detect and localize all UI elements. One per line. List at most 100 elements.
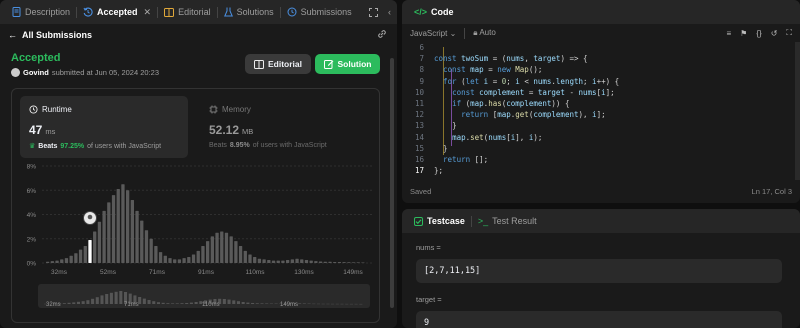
mini-bar bbox=[189, 302, 193, 304]
fullscreen-icon[interactable]: ⛶ bbox=[786, 28, 792, 38]
memory-card[interactable]: Memory 52.12 MB Beats 8.95% of users with… bbox=[200, 96, 368, 158]
vertical-scrollbar[interactable] bbox=[390, 58, 394, 308]
terminal-icon: >_ bbox=[477, 216, 489, 226]
mini-bar bbox=[246, 302, 250, 304]
highlight-bar bbox=[88, 239, 92, 263]
tab-test-result[interactable]: >_ Test Result bbox=[472, 209, 543, 233]
code-line[interactable]: 9 for (let i = 0; i < nums.length; i++) … bbox=[402, 76, 800, 87]
reset-icon[interactable]: ↺ bbox=[771, 29, 778, 38]
code-line[interactable]: 11 if (map.has(complement)) { bbox=[402, 98, 800, 109]
braces-icon[interactable]: {} bbox=[756, 29, 761, 38]
bookmark-icon[interactable]: ⚑ bbox=[740, 29, 747, 38]
bar bbox=[304, 259, 309, 263]
mini-bar bbox=[100, 295, 104, 304]
language-select[interactable]: JavaScript ⌄ bbox=[410, 29, 456, 38]
code-line[interactable]: 8 const map = new Map(); bbox=[402, 64, 800, 75]
tab-submissions[interactable]: Submissions bbox=[281, 0, 358, 24]
tab-label: Test Result bbox=[492, 216, 537, 226]
mini-bar bbox=[302, 303, 306, 304]
runtime-card[interactable]: Runtime 47 ms ♛ Beats 97.25% of users wit… bbox=[20, 96, 188, 158]
code-line[interactable]: 16 return []; bbox=[402, 154, 800, 165]
bar bbox=[116, 189, 120, 263]
avatar-glyph bbox=[87, 214, 93, 220]
bar bbox=[182, 258, 186, 263]
left-tab-bar: Description Accepted ✕ Editorial Solutio… bbox=[0, 0, 397, 24]
edit-icon bbox=[323, 59, 334, 69]
mini-bar bbox=[109, 292, 113, 304]
bar bbox=[257, 258, 262, 263]
bar bbox=[361, 262, 365, 264]
code-line[interactable]: 14 map.set(nums[i], i); bbox=[402, 132, 800, 143]
line-number: 11 bbox=[414, 99, 424, 109]
solution-button[interactable]: Solution bbox=[315, 54, 380, 74]
nums-input[interactable]: [2,7,11,15] bbox=[416, 259, 782, 283]
bar bbox=[102, 210, 106, 263]
chevron-left-icon[interactable]: ‹ bbox=[388, 7, 391, 17]
code-line[interactable]: 17}; bbox=[402, 165, 800, 176]
memory-number: 52.12 bbox=[209, 123, 240, 137]
range-overview[interactable]: 32ms 71ms 110ms 149ms bbox=[38, 284, 370, 308]
autosave-toggle[interactable]: 🔒︎ Auto bbox=[473, 28, 496, 38]
mini-bar bbox=[156, 302, 160, 304]
all-submissions-link[interactable]: ← All Submissions bbox=[8, 27, 389, 43]
tab-testcase[interactable]: Testcase bbox=[408, 209, 471, 233]
tab-label: Accepted bbox=[97, 7, 138, 17]
code-text: } bbox=[443, 143, 448, 153]
mini-bar bbox=[147, 300, 151, 304]
code-line[interactable]: 7 const twoSum = (nums, target) => { bbox=[402, 53, 800, 64]
target-input[interactable]: 9 bbox=[416, 311, 782, 328]
submitter-name[interactable]: Govind bbox=[23, 68, 49, 77]
editor-scrollbar[interactable] bbox=[795, 42, 800, 180]
share-link-icon[interactable] bbox=[377, 29, 387, 39]
mini-bar bbox=[185, 303, 189, 304]
runtime-unit: ms bbox=[45, 127, 56, 136]
mini-bar bbox=[152, 301, 156, 304]
mini-tick-label: 110ms bbox=[202, 302, 220, 308]
bar bbox=[238, 246, 243, 263]
status-accepted: Accepted bbox=[11, 52, 61, 64]
tab-label: Solutions bbox=[236, 7, 274, 17]
chip-icon bbox=[209, 105, 218, 114]
tab-accepted[interactable]: Accepted ✕ bbox=[77, 0, 157, 24]
bar bbox=[163, 255, 167, 263]
mini-tick-label: 149ms bbox=[280, 302, 298, 308]
bar bbox=[309, 260, 313, 263]
close-icon[interactable]: ✕ bbox=[144, 7, 152, 18]
editorial-button[interactable]: Editorial bbox=[245, 54, 311, 74]
runtime-title-text: Runtime bbox=[42, 105, 72, 114]
runtime-distribution-chart[interactable]: 8% 6% 4% 2% 0% 32ms 52ms 71ms 91ms 110ms 130ms 149m… bbox=[16, 161, 376, 276]
bar bbox=[323, 261, 327, 263]
code-line[interactable]: 15 } bbox=[402, 143, 800, 154]
bar bbox=[253, 256, 257, 263]
bar bbox=[130, 199, 134, 263]
mini-bar bbox=[227, 299, 231, 304]
mini-bar bbox=[166, 303, 170, 304]
code-line[interactable]: 10 const complement = target - nums[i]; bbox=[402, 87, 800, 98]
mini-bar bbox=[72, 302, 76, 304]
code-editor[interactable]: 6 7 const twoSum = (nums, target) => {8 co… bbox=[402, 42, 800, 180]
mini-bar bbox=[255, 303, 259, 304]
bar bbox=[267, 259, 271, 263]
tab-description[interactable]: Description bbox=[6, 0, 76, 24]
bar bbox=[187, 256, 191, 263]
bar bbox=[107, 202, 111, 263]
code-text: map.set(nums[i], i); bbox=[452, 132, 543, 142]
code-line[interactable]: 6 bbox=[402, 42, 800, 53]
code-line[interactable]: 12 return [map.get(complement), i]; bbox=[402, 109, 800, 120]
tab-editorial[interactable]: Editorial bbox=[158, 0, 217, 24]
format-icon[interactable]: ≡ bbox=[727, 29, 732, 38]
code-toolbar: JavaScript ⌄ 🔒︎ Auto ≡ ⚑ {} ↺ ⛶ bbox=[402, 24, 800, 42]
tab-solutions[interactable]: Solutions bbox=[218, 0, 280, 24]
submitted-time: submitted at Jun 05, 2024 20:23 bbox=[51, 68, 160, 77]
line-number: 8 bbox=[419, 65, 424, 75]
code-line[interactable]: 13 } bbox=[402, 120, 800, 131]
book-icon bbox=[253, 59, 264, 69]
bar bbox=[50, 261, 54, 263]
bar bbox=[271, 260, 276, 263]
mini-bar bbox=[67, 302, 71, 304]
chevron-down-icon: ⌄ bbox=[449, 28, 457, 38]
expand-icon[interactable] bbox=[369, 7, 378, 17]
avatar[interactable] bbox=[11, 68, 20, 77]
mini-bar bbox=[95, 297, 99, 304]
tab-code[interactable]: </> Code bbox=[408, 0, 460, 24]
